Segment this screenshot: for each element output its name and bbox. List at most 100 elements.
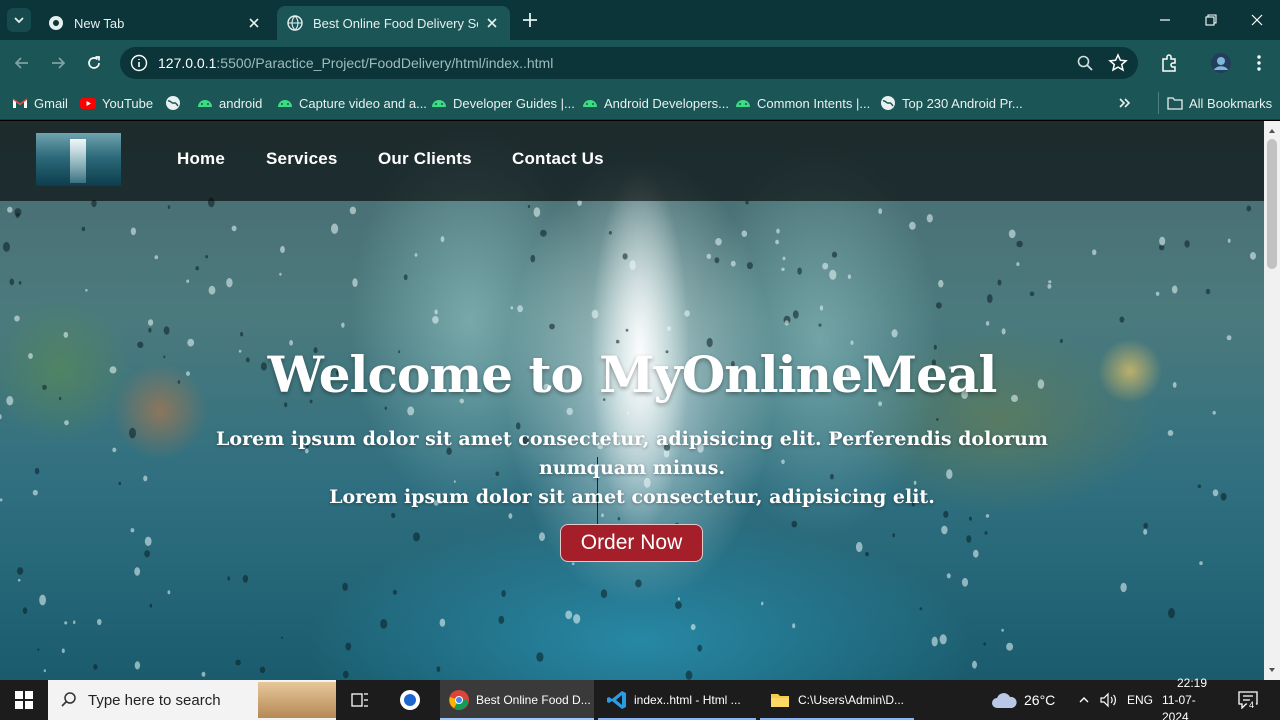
url-path: :5500/Paractice_Project/FoodDelivery/htm… [216, 55, 554, 71]
nav-home[interactable]: Home [177, 149, 225, 169]
new-tab-icon[interactable] [520, 10, 540, 30]
menu-button[interactable] [1248, 52, 1270, 74]
start-button[interactable] [0, 680, 48, 720]
minimize-button[interactable] [1150, 8, 1180, 32]
taskbar: Type here to search Best Online Food D..… [0, 676, 1280, 720]
restore-button[interactable] [1196, 8, 1226, 32]
language-indicator[interactable]: ENG [1127, 680, 1153, 720]
volume-button[interactable] [1100, 680, 1118, 720]
url-text[interactable]: 127.0.0.1:5500/Paractice_Project/FoodDel… [158, 55, 553, 71]
hero-title: Welcome to MyOnlineMeal [267, 345, 998, 404]
address-bar[interactable]: 127.0.0.1:5500/Paractice_Project/FoodDel… [120, 47, 1138, 79]
taskbar-chrome[interactable]: Best Online Food D... [440, 680, 594, 720]
gmail-icon [12, 98, 28, 108]
task-view-icon [351, 693, 368, 707]
windows-icon [15, 691, 33, 709]
all-bookmarks-button[interactable]: All Bookmarks [1158, 92, 1272, 114]
folder-icon [771, 694, 789, 707]
taskbar-search[interactable]: Type here to search [48, 680, 336, 720]
scroll-down-icon[interactable] [1268, 666, 1276, 674]
weather-temp: 26°C [1024, 692, 1056, 708]
folder-icon [1167, 97, 1183, 110]
notification-count: 4 [1247, 700, 1257, 710]
extensions-button[interactable] [1158, 52, 1180, 74]
reload-icon [88, 56, 100, 69]
language-label: ENG [1127, 693, 1154, 707]
hero-line-1: Lorem ipsum dolor sit amet consectetur, … [216, 428, 1048, 479]
bookmark-label: YouTube [102, 95, 154, 111]
clock[interactable]: 22:19 11-07-2024 [1162, 676, 1222, 720]
forward-button[interactable] [46, 51, 70, 75]
nav-services[interactable]: Services [266, 149, 338, 169]
tab-title: New Tab [74, 15, 125, 31]
bookmarks-overflow-button[interactable] [1118, 92, 1132, 114]
task-view-button[interactable] [340, 680, 380, 720]
restore-icon [1205, 14, 1217, 26]
site-info-icon[interactable] [130, 54, 148, 72]
search-icon [61, 692, 76, 707]
hero-line-2: Lorem ipsum dolor sit amet consectetur, … [329, 486, 935, 508]
bookmark-label: Common Intents |... [757, 95, 871, 111]
weather-widget[interactable]: 26°C [990, 680, 1055, 720]
chevron-double-right-icon [1119, 98, 1131, 108]
globe-icon [166, 96, 180, 110]
tray-overflow-button[interactable] [1078, 680, 1090, 720]
site-logo[interactable] [36, 133, 121, 186]
taskbar-app-pinned[interactable] [390, 680, 430, 720]
taskbar-app-label: Best Online Food D... [476, 693, 591, 707]
bookmark-youtube[interactable]: YouTube [80, 92, 153, 114]
bookmark-android-developers[interactable]: Android Developers... [582, 92, 729, 114]
taskbar-app-label: C:\Users\Admin\D... [798, 693, 905, 707]
tab-bar: New Tab Best Online Food Delivery Servi [0, 0, 1280, 40]
profile-button[interactable] [1210, 52, 1232, 74]
url-host: 127.0.0.1 [158, 55, 217, 71]
notification-center-button[interactable]: 4 [1238, 680, 1258, 720]
bookmark-globe[interactable] [165, 92, 187, 114]
clock-date: 11-07-2024 [1162, 692, 1196, 720]
android-icon [736, 100, 750, 107]
zoom-icon[interactable] [1076, 54, 1094, 72]
nav-contact-us[interactable]: Contact Us [512, 149, 604, 169]
more-vertical-icon [1257, 55, 1261, 71]
taskbar-explorer[interactable]: C:\Users\Admin\D... [760, 680, 914, 720]
bookmark-android[interactable]: android [197, 92, 262, 114]
bookmark-star-icon[interactable] [1108, 53, 1128, 73]
scroll-up-icon[interactable] [1268, 127, 1276, 135]
android-icon [198, 100, 212, 107]
bookmark-label: Developer Guides |... [453, 95, 575, 111]
android-icon [583, 100, 597, 107]
arrow-right-icon [52, 57, 66, 69]
taskbar-vscode[interactable]: index..html - Html ... [598, 680, 756, 720]
bookmarks-bar: Gmail YouTube android Capture video and … [0, 86, 1280, 120]
order-now-button[interactable]: Order Now [560, 524, 703, 562]
reload-button[interactable] [82, 51, 106, 75]
hero-subtitle: Lorem ipsum dolor sit amet consectetur, … [200, 425, 1064, 512]
tab-food-delivery[interactable]: Best Online Food Delivery Servi [277, 6, 510, 40]
chrome-icon [49, 16, 63, 30]
android-icon [278, 100, 292, 107]
page-scrollbar[interactable] [1264, 121, 1280, 680]
volume-icon [1100, 692, 1116, 708]
bookmark-capture-video[interactable]: Capture video and a... [277, 92, 427, 114]
back-button[interactable] [10, 51, 34, 75]
window-close-button[interactable] [1242, 8, 1272, 32]
globe-icon [287, 15, 303, 31]
bookmark-developer-guides[interactable]: Developer Guides |... [431, 92, 575, 114]
bookmark-label: Capture video and a... [299, 95, 427, 111]
close-icon[interactable] [484, 15, 500, 31]
scrollbar-thumb[interactable] [1267, 139, 1277, 269]
nav-our-clients[interactable]: Our Clients [378, 149, 472, 169]
tab-search-button[interactable] [7, 8, 31, 32]
tab-title: Best Online Food Delivery Servi [313, 15, 478, 31]
arrow-left-icon [14, 57, 28, 69]
bookmark-label: Gmail [34, 95, 68, 111]
tab-new-tab[interactable]: New Tab [38, 6, 272, 40]
bookmark-top-230[interactable]: Top 230 Android Pr... [880, 92, 1023, 114]
chevron-down-icon [14, 17, 24, 24]
close-icon [1251, 14, 1263, 26]
bookmark-gmail[interactable]: Gmail [12, 92, 68, 114]
page-viewport: Home Services Our Clients Contact Us Wel… [0, 121, 1264, 680]
close-icon[interactable] [246, 15, 262, 31]
bookmark-common-intents[interactable]: Common Intents |... [735, 92, 870, 114]
app-icon [400, 690, 420, 710]
